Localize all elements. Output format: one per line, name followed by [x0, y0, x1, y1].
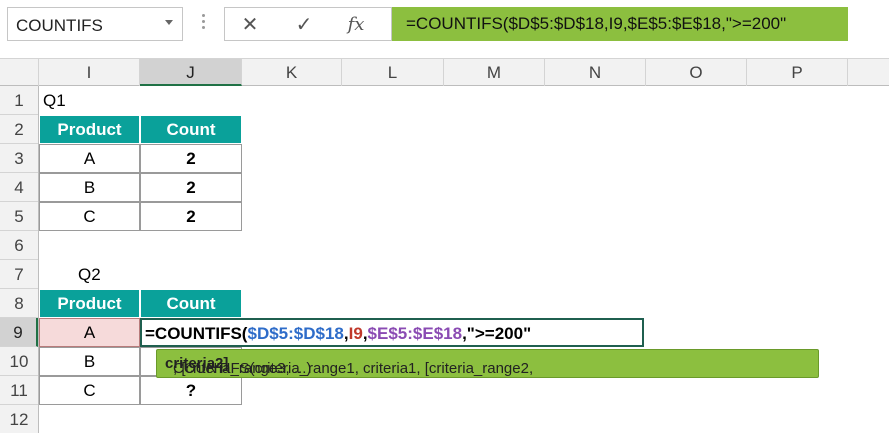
row-header[interactable]: 12 [0, 405, 38, 433]
row-header[interactable]: 1 [0, 86, 38, 115]
q2-label: Q2 [78, 265, 101, 284]
q1-count-cell[interactable]: 2 [140, 173, 242, 202]
q2-header-count[interactable]: Count [140, 289, 242, 318]
q1-header-count[interactable]: Count [140, 115, 242, 144]
column-header-p[interactable]: P [747, 59, 848, 86]
select-all-corner[interactable] [0, 59, 39, 86]
row-header[interactable]: 5 [0, 202, 38, 231]
drag-handle-icon[interactable] [202, 14, 205, 36]
row-header-bar: 1 2 3 4 5 6 7 8 9 10 11 12 [0, 86, 39, 433]
column-header-m[interactable]: M [444, 59, 545, 86]
row-header[interactable]: 2 [0, 115, 38, 144]
name-box[interactable]: COUNTIFS [7, 7, 183, 41]
worksheet-grid[interactable]: Q1 Product Count A 2 B 2 C 2 Q2 Product … [39, 86, 889, 433]
column-header-j[interactable]: J [140, 59, 242, 86]
column-header-l[interactable]: L [342, 59, 444, 86]
q2-product-cell[interactable]: C [39, 376, 140, 405]
q1-label: Q1 [43, 91, 66, 110]
q1-header-product[interactable]: Product [39, 115, 140, 144]
formula-buttons: ✕ ✓ fx [224, 7, 392, 41]
row-header[interactable]: 6 [0, 231, 38, 260]
function-argument-tooltip[interactable]: COUNTIFS(criteria_range1, criteria1, [cr… [156, 349, 819, 378]
formula-token-criteria2: ,">=200" [462, 324, 532, 343]
insert-function-icon[interactable]: fx [343, 14, 369, 36]
column-header-n[interactable]: N [545, 59, 646, 86]
cell-formula: =COUNTIFS($D$5:$D$18,I9,$E$5:$E$18,">=20… [145, 324, 531, 344]
row-header-selected[interactable]: 9 [0, 318, 38, 347]
row-header[interactable]: 7 [0, 260, 38, 289]
q2-product-cell[interactable]: B [39, 347, 140, 376]
formula-token-range2: $E$5:$E$18 [367, 324, 463, 343]
tooltip-text: COUNTIFS(criteria_range1, criteria1, [cr… [165, 355, 533, 377]
active-cell-editor[interactable]: =COUNTIFS($D$5:$D$18,I9,$E$5:$E$18,">=20… [140, 318, 644, 347]
q1-product-cell[interactable]: B [39, 173, 140, 202]
q2-header-product[interactable]: Product [39, 289, 140, 318]
q1-product-cell[interactable]: C [39, 202, 140, 231]
row-header[interactable]: 4 [0, 173, 38, 202]
q2-product-cell-referenced[interactable]: A [39, 318, 140, 347]
cancel-icon[interactable]: ✕ [237, 14, 263, 36]
q1-count-cell[interactable]: 2 [140, 144, 242, 173]
formula-text: =COUNTIFS($D$5:$D$18,I9,$E$5:$E$18,">=20… [406, 14, 787, 33]
name-box-value: COUNTIFS [16, 16, 103, 35]
q2-count-cell[interactable]: ? [140, 376, 242, 405]
formula-token-range1: $D$5:$D$18 [247, 324, 344, 343]
row-header[interactable]: 11 [0, 376, 38, 405]
q1-product-cell[interactable]: A [39, 144, 140, 173]
row-header[interactable]: 10 [0, 347, 38, 376]
column-header-o[interactable]: O [646, 59, 747, 86]
chevron-down-icon[interactable] [165, 20, 173, 25]
formula-bar-area: COUNTIFS ✕ ✓ fx =COUNTIFS($D$5:$D$18,I9,… [0, 0, 889, 54]
row-header[interactable]: 8 [0, 289, 38, 318]
column-header-i[interactable]: I [39, 59, 140, 86]
formula-token-criteria1: I9 [348, 324, 363, 343]
column-header-k[interactable]: K [242, 59, 342, 86]
formula-token-function: =COUNTIFS( [145, 324, 248, 343]
q1-count-cell[interactable]: 2 [140, 202, 242, 231]
enter-icon[interactable]: ✓ [291, 14, 317, 36]
row-header[interactable]: 3 [0, 144, 38, 173]
column-header-bar: I J K L M N O P [0, 58, 889, 86]
formula-input[interactable]: =COUNTIFS($D$5:$D$18,I9,$E$5:$E$18,">=20… [392, 7, 848, 41]
tooltip-args-after: , [criteria_range3, ...) [173, 360, 312, 377]
